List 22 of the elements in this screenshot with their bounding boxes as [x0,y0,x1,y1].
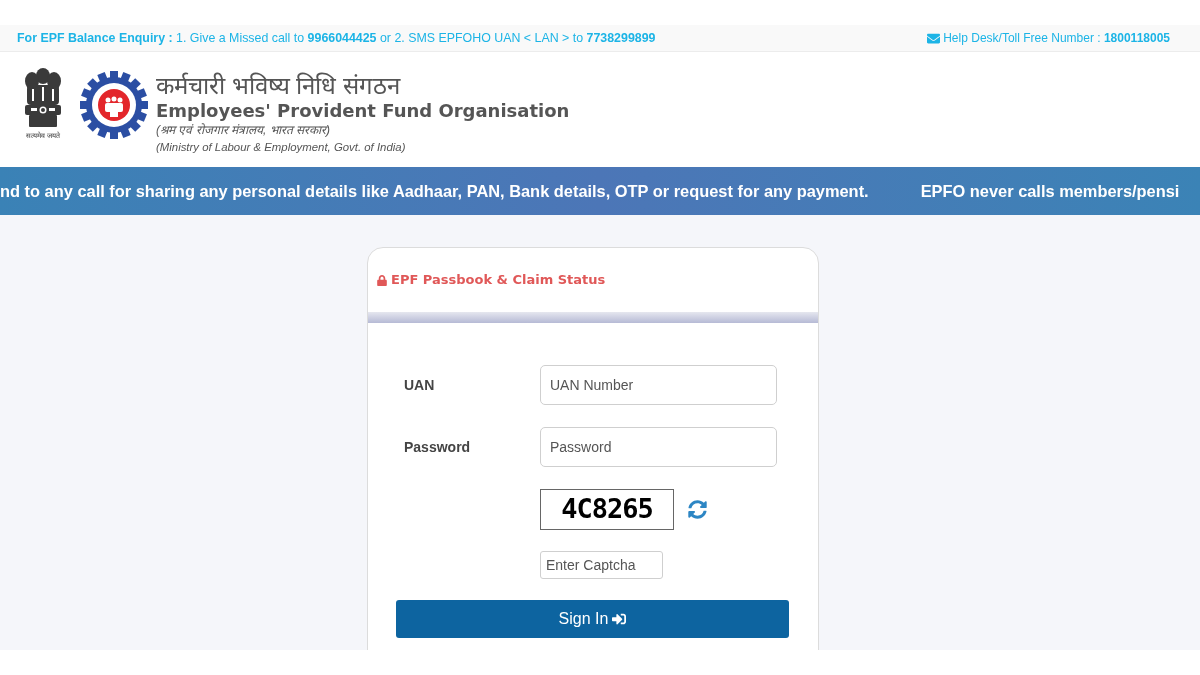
envelope-icon [927,31,941,45]
captcha-code: 4C8265 [561,492,653,527]
text-field[interactable]: UAN Number [540,365,777,405]
lock-icon [377,274,387,286]
card-title: EPF Passbook & Claim Status [391,271,606,290]
sign-in-button[interactable]: Sign In [396,600,789,638]
gear-logo [80,71,148,139]
balance-enquiry-text: For EPF Balance Enquiry : 1. Give a Missed call to 9966044425 or 2. SMS EPFOHO UAN < LAN > to 7738299899 [17,29,656,47]
helpdesk-text: Help Desk/Toll Free Number : 1800118005 [943,30,1170,47]
emblem-logo [23,67,63,129]
ticker-message: EPFO never calls members/pensi [920,180,1180,202]
ticker-message: nd to any call for sharing any personal details like Aadhaar, PAN, Bank details, OTP or request for any payment. [0,180,869,202]
ministry-hindi-text: (श्रम एवं रोजगार मंत्रालय, भारत सरकार) [156,122,331,139]
captcha-field[interactable]: Enter Captcha [540,551,663,579]
sign-in-icon [612,612,627,626]
field-label: UAN [404,376,436,395]
organisation-title-hindi: कर्मचारी भविष्य निधि संगठन [156,72,402,100]
refresh-icon[interactable] [688,500,707,519]
organisation-title: Employees' Provident Fund Organisation [156,100,570,122]
text-field[interactable]: Password [540,427,777,467]
field-label: Password [404,438,472,457]
ministry-text: (Ministry of Labour & Employment, Govt. of India) [156,140,407,155]
